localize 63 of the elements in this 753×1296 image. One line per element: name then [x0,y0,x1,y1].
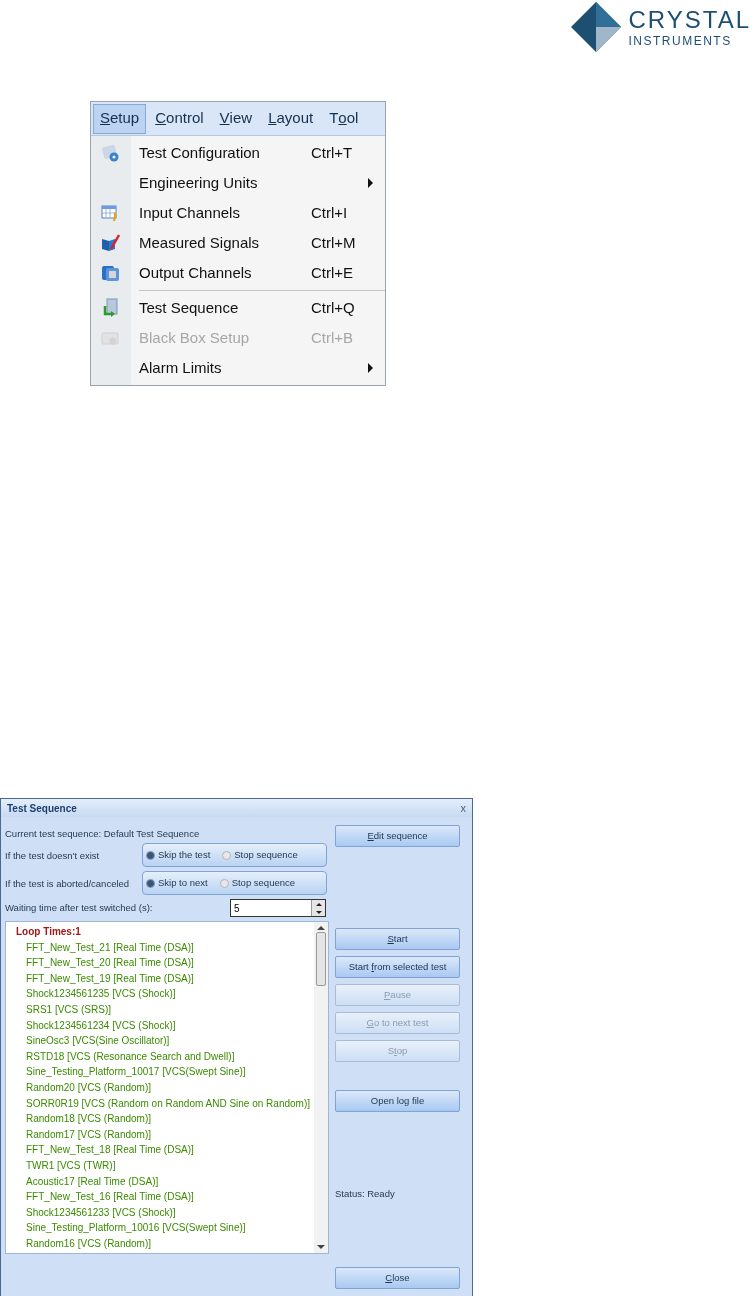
option-label: If the test is aborted/canceled [5,877,131,889]
menu-item[interactable]: Input Channels Ctrl+I [131,198,385,228]
radio-option[interactable]: Skip the test [146,847,211,863]
loop-times-label: Loop Times:1 [16,925,82,939]
option-label: If the test doesn't exist [5,849,101,861]
test-list-item[interactable]: FFT_New_Test_16 [Real Time (DSA)] [16,1189,314,1205]
menu-bar-item[interactable]: Tool [322,103,366,134]
test-list-item[interactable]: SORR0R19 [VCS (Random on Random AND Sine on Random)] [16,1095,314,1112]
gear-document-icon [101,143,121,163]
spin-up-icon[interactable] [315,902,322,906]
menu-item[interactable]: Output Channels Ctrl+E [131,258,385,288]
test-list-item[interactable]: Acoustic17 [Real Time (DSA)] [16,1173,314,1190]
window-close-icon[interactable]: x [460,799,466,817]
current-sequence-label: Current test sequence: Default Test Sequence [5,826,200,841]
test-list-item[interactable]: Random18 [VCS (Random)] [16,1111,314,1127]
radio-option[interactable]: Stop sequence [219,875,296,891]
menu-item[interactable]: Test Sequence Ctrl+Q [131,293,385,323]
scroll-up-icon[interactable] [317,926,325,930]
test-list-item[interactable]: Sine_Testing_Platform_10017 [VCS(Swept Sine)] [16,1064,314,1080]
test-list-item[interactable]: FFT_New_Test_19 [Real Time (DSA)] [16,970,314,987]
menu-item[interactable]: Measured Signals Ctrl+M [131,228,385,258]
edit-sequence-button[interactable]: Edit sequence [335,825,460,848]
book-pen-icon [101,233,121,253]
test-list-item[interactable]: Shock1234561233 [VCS (Shock)] [16,1204,314,1221]
document-arrow-icon [101,298,121,318]
test-list-item[interactable]: RSTD18 [VCS (Resonance Search and Dwell)] [16,1048,314,1065]
menu-bar-item[interactable]: Control [148,103,211,134]
logo-text: CRYSTAL [628,7,751,32]
test-list-item[interactable]: FFT_New_Test_18 [Real Time (DSA)] [16,1142,314,1158]
spin-down-icon[interactable] [315,910,322,914]
menu-bar-item[interactable]: View [212,103,260,134]
test-list-item[interactable]: FFT_New_Test_20 [Real Time (DSA)] [16,955,314,971]
test-list-item[interactable]: TWR1 [VCS (TWR)] [16,1157,314,1174]
open-log-button[interactable]: Open log file [335,1090,460,1113]
status-label: Status: Ready [335,1187,395,1202]
test-list-item[interactable]: Shock1234561234 [VCS (Shock)] [16,1017,314,1034]
test-list-item[interactable]: Random17 [VCS (Random)] [16,1126,314,1143]
test-list-item[interactable]: SineOsc3 [VCS(Sine Oscillator)] [16,1033,314,1049]
waiting-time-spinbox[interactable]: 5 [230,899,326,917]
menu-item[interactable]: Test Configuration Ctrl+T [131,138,385,168]
window-title: Test Sequence [7,801,77,816]
radio-option[interactable]: Skip to next [146,875,208,891]
stacked-windows-icon [101,263,121,283]
test-list-item[interactable]: SRS1 [VCS (SRS)] [16,1001,314,1018]
scroll-thumb[interactable] [316,932,326,986]
dialog-button[interactable]: Start [335,928,460,951]
menu-item[interactable]: Alarm Limits [131,353,385,383]
scroll-down-icon[interactable] [317,1245,325,1249]
test-list-item[interactable]: Random16 [VCS (Random)] [16,1235,314,1252]
test-list-item[interactable]: Shock1234561235 [VCS (Shock)] [16,986,314,1002]
menu-bar-item[interactable]: Setup [93,103,147,134]
close-dialog-button[interactable]: Close [335,1267,460,1289]
test-list-item[interactable]: Random20 [VCS (Random)] [16,1079,314,1096]
waiting-time-label: Waiting time after test switched (s): [5,900,153,915]
logo-icon [570,2,621,52]
scrollbar[interactable] [314,922,328,1253]
menu-bar-item[interactable]: Layout [261,103,321,134]
menu-item[interactable]: Engineering Units [131,168,385,198]
radio-option[interactable]: Stop sequence [222,847,298,863]
dialog-button[interactable]: Start from selected test [335,956,460,979]
test-list-item[interactable]: FFT_New_Test_21 [Real Time (DSA)] [16,939,314,956]
test-list-item[interactable]: Sine_Testing_Platform_10016 [VCS(Swept Sine)] [16,1220,314,1236]
logo-subtext: INSTRUMENTS [628,34,733,47]
